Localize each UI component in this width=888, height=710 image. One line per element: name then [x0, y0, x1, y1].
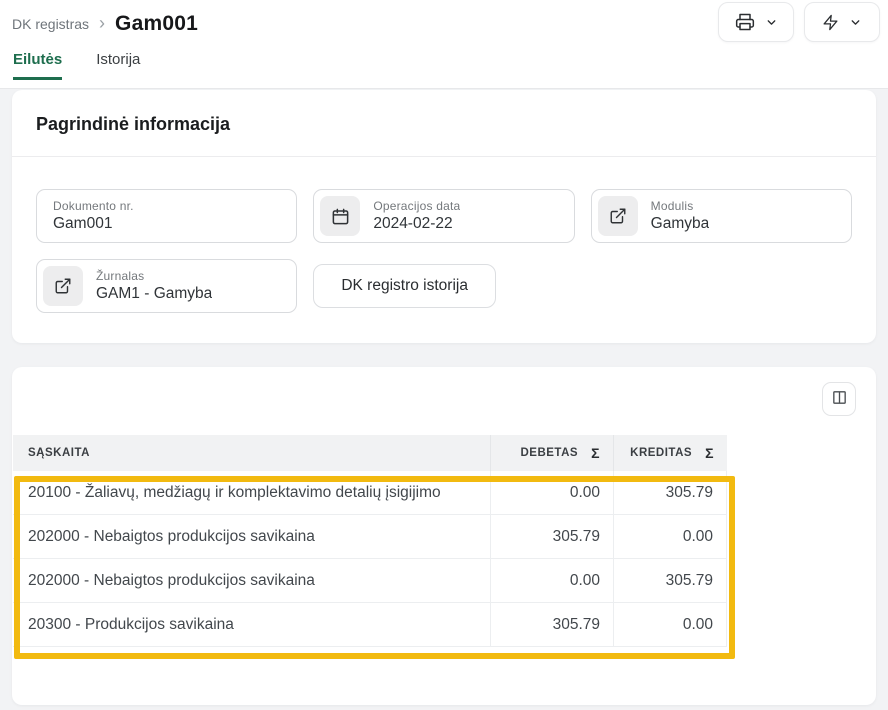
table-row[interactable]: 202000 - Nebaigtos produkcijos savikaina… — [13, 559, 727, 603]
field-value: Gam001 — [53, 215, 134, 233]
entries-table: SĄSKAITA DEBETAS Σ KREDITAS Σ 20100 - Ža… — [12, 435, 876, 647]
tab-eilutes[interactable]: Eilutės — [13, 51, 62, 80]
account-cell[interactable]: 20100 - Žaliavų, medžiagų ir komplektavi… — [13, 471, 490, 515]
external-link-icon — [43, 266, 83, 306]
card-header: Pagrindinė informacija — [12, 90, 876, 157]
debit-cell[interactable]: 0.00 — [490, 471, 613, 515]
card-title: Pagrindinė informacija — [36, 114, 852, 135]
chevron-right-icon: › — [99, 14, 105, 32]
breadcrumb-parent-link[interactable]: DK registras — [12, 16, 89, 32]
account-cell[interactable]: 202000 - Nebaigtos produkcijos savikaina — [13, 559, 490, 603]
dk-register-history-button[interactable]: DK registro istorija — [313, 264, 496, 308]
tab-bar: Eilutės Istorija — [12, 51, 876, 80]
page-title: Gam001 — [115, 12, 198, 36]
debit-cell[interactable]: 0.00 — [490, 559, 613, 603]
chevron-down-icon — [765, 16, 778, 29]
field-label: Žurnalas — [96, 269, 212, 283]
column-header-saskaita[interactable]: SĄSKAITA — [13, 435, 490, 471]
column-header-label: KREDITAS — [630, 447, 692, 459]
top-bar: DK registras › Gam001 — [0, 0, 888, 89]
calendar-icon — [320, 196, 360, 236]
sum-sigma-icon[interactable]: Σ — [591, 445, 600, 461]
credit-cell[interactable]: 305.79 — [613, 471, 727, 515]
table-row[interactable]: 20100 - Žaliavų, medžiagų ir komplektavi… — [13, 471, 727, 515]
field-value: 2024-02-22 — [373, 215, 460, 233]
actions-dropdown-button[interactable] — [804, 2, 880, 42]
debit-cell[interactable]: 305.79 — [490, 603, 613, 647]
external-link-icon — [598, 196, 638, 236]
field-grid: Dokumento nr. Gam001 Operacijos data 202… — [12, 157, 876, 343]
field-label: Dokumento nr. — [53, 199, 134, 213]
printer-icon — [735, 12, 755, 32]
account-cell[interactable]: 20300 - Produkcijos savikaina — [13, 603, 490, 647]
tab-istorija[interactable]: Istorija — [96, 51, 140, 80]
header-actions — [718, 2, 880, 42]
module-field[interactable]: Modulis Gamyba — [591, 189, 852, 243]
column-header-kreditas[interactable]: KREDITAS Σ — [613, 435, 727, 471]
document-number-field[interactable]: Dokumento nr. Gam001 — [36, 189, 297, 243]
account-cell[interactable]: 202000 - Nebaigtos produkcijos savikaina — [13, 515, 490, 559]
main-info-card: Pagrindinė informacija Dokumento nr. Gam… — [12, 90, 876, 343]
debit-cell[interactable]: 305.79 — [490, 515, 613, 559]
chevron-down-icon — [849, 16, 862, 29]
table-header-row: SĄSKAITA DEBETAS Σ KREDITAS Σ — [13, 435, 727, 471]
entries-table-card: SĄSKAITA DEBETAS Σ KREDITAS Σ 20100 - Ža… — [12, 367, 876, 705]
journal-field[interactable]: Žurnalas GAM1 - Gamyba — [36, 259, 297, 313]
credit-cell[interactable]: 0.00 — [613, 515, 727, 559]
sum-sigma-icon[interactable]: Σ — [705, 445, 714, 461]
table-toolbar — [12, 367, 876, 435]
field-label: Operacijos data — [373, 199, 460, 213]
columns-icon — [831, 389, 848, 409]
table-body: 20100 - Žaliavų, medžiagų ir komplektavi… — [13, 471, 727, 647]
print-dropdown-button[interactable] — [718, 2, 794, 42]
field-value: GAM1 - Gamyba — [96, 285, 212, 303]
column-settings-button[interactable] — [822, 382, 856, 416]
field-label: Modulis — [651, 199, 710, 213]
lightning-icon — [822, 14, 839, 31]
table-row[interactable]: 202000 - Nebaigtos produkcijos savikaina… — [13, 515, 727, 559]
column-header-label: DEBETAS — [520, 447, 578, 459]
field-value: Gamyba — [651, 215, 710, 233]
credit-cell[interactable]: 305.79 — [613, 559, 727, 603]
column-header-debetas[interactable]: DEBETAS Σ — [490, 435, 613, 471]
operation-date-field[interactable]: Operacijos data 2024-02-22 — [313, 189, 574, 243]
credit-cell[interactable]: 0.00 — [613, 603, 727, 647]
page-content: Pagrindinė informacija Dokumento nr. Gam… — [0, 89, 888, 705]
table-row[interactable]: 20300 - Produkcijos savikaina 305.79 0.0… — [13, 603, 727, 647]
